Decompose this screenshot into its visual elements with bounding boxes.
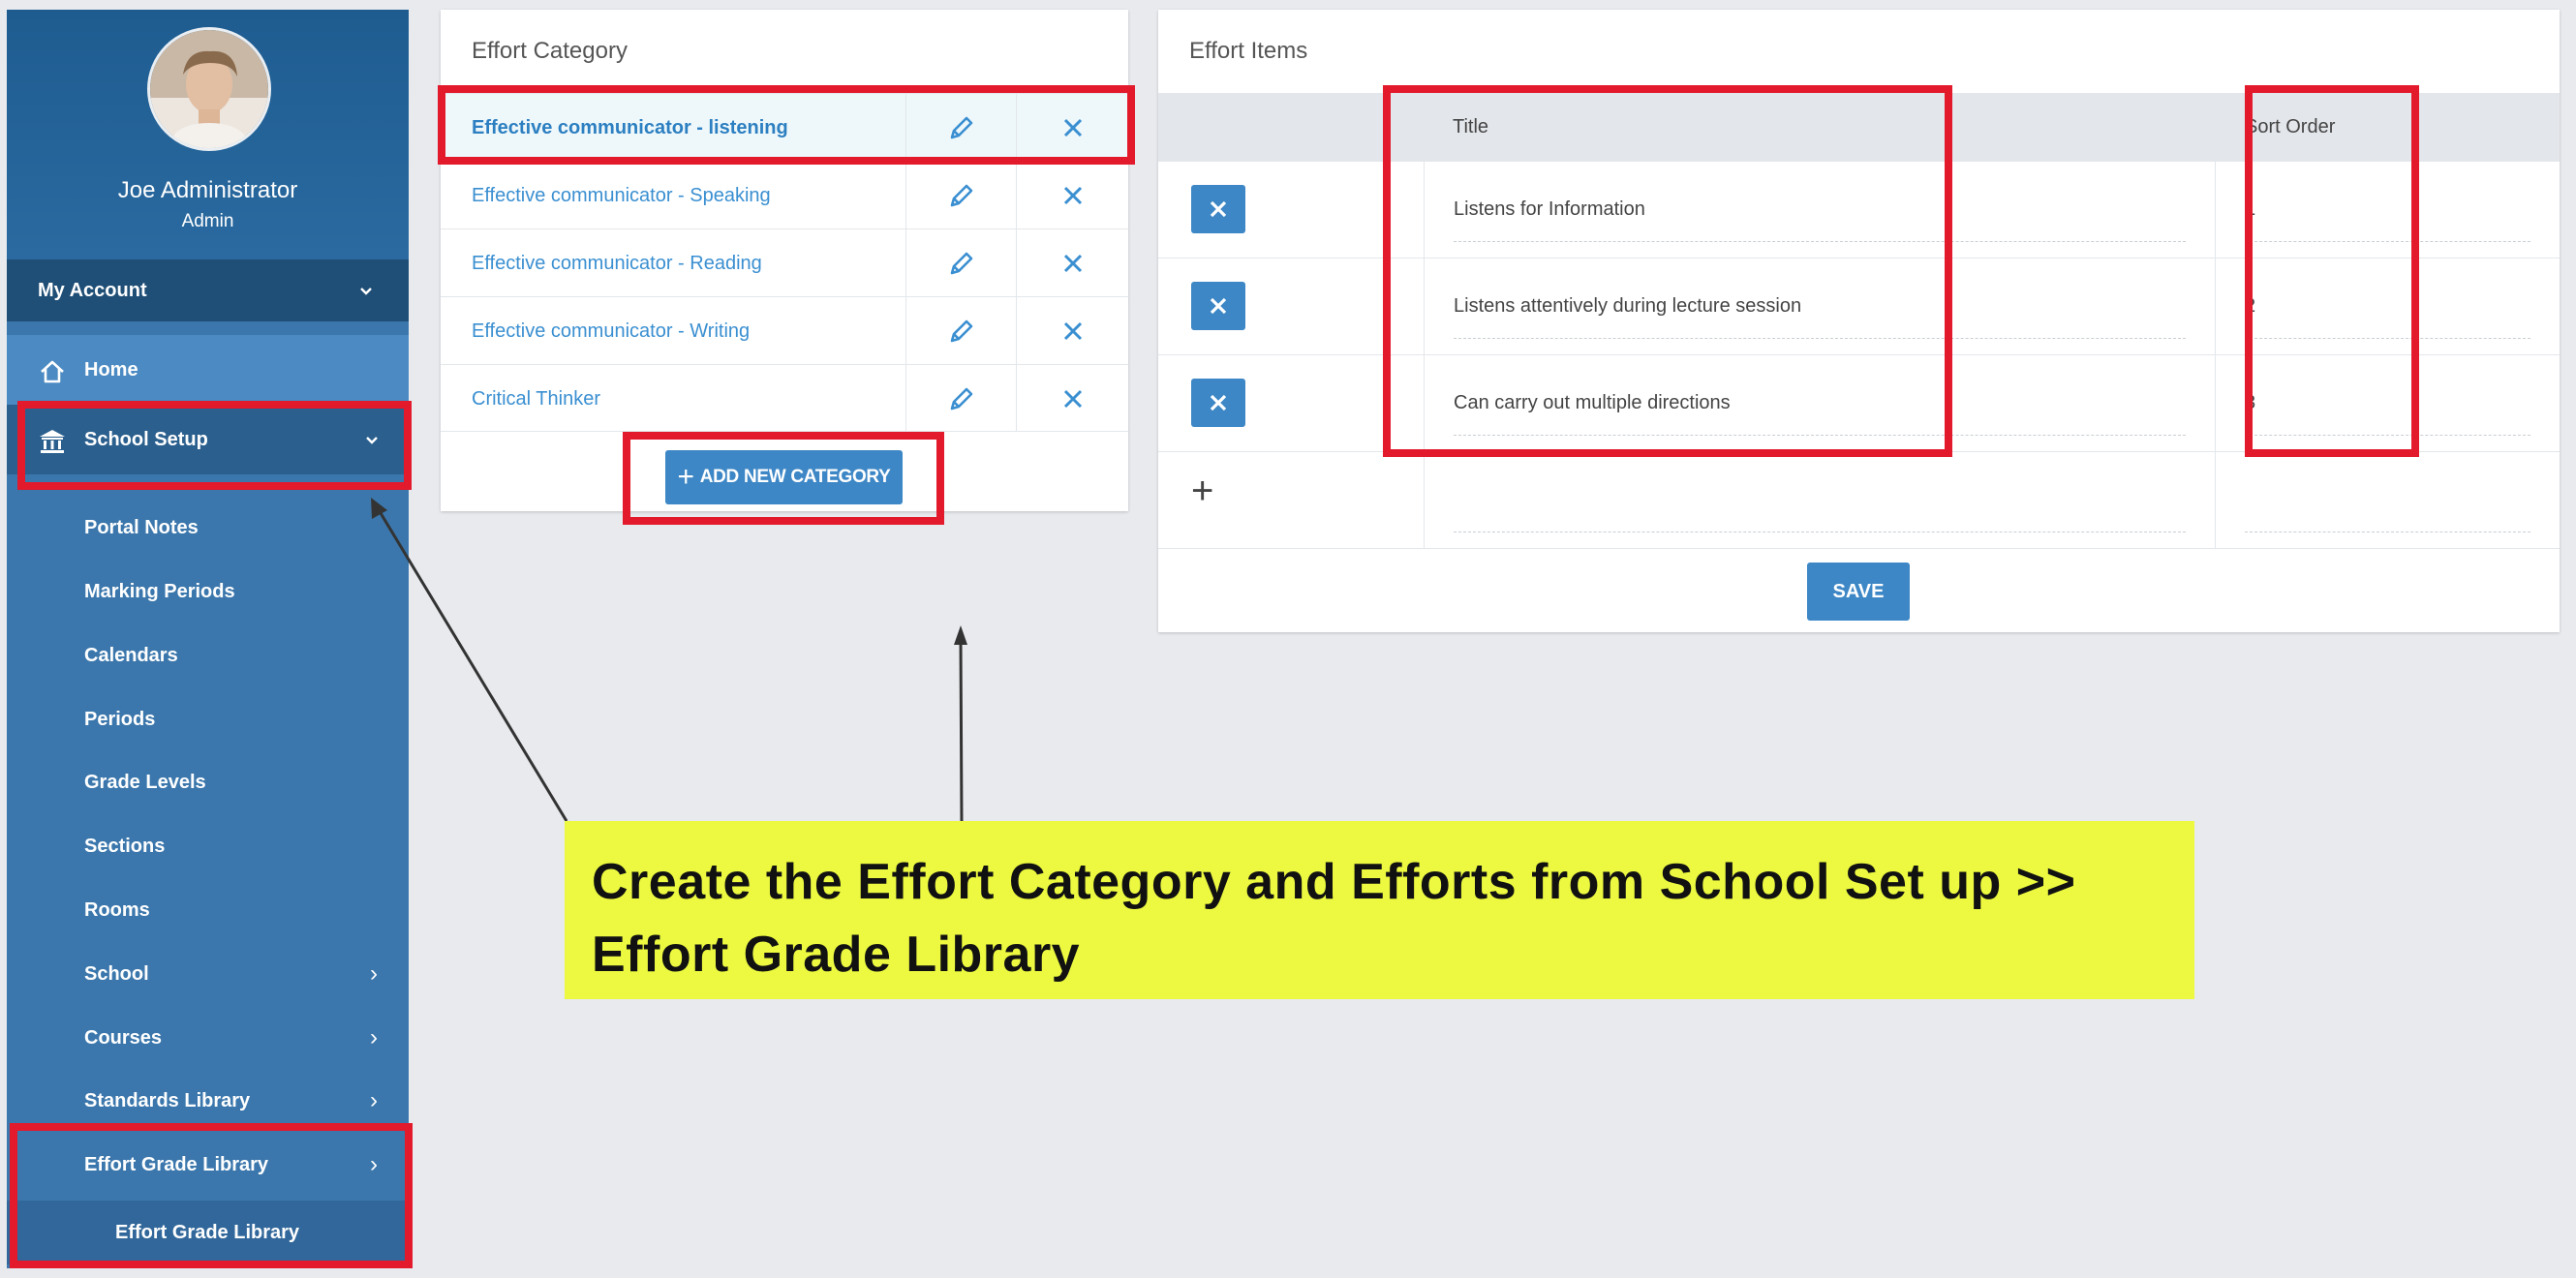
highlight-add-category-button: [623, 432, 944, 525]
highlight-sort-order-column: [2245, 85, 2419, 457]
pencil-icon[interactable]: [905, 297, 1017, 364]
sidebar-item-label: Periods: [84, 709, 156, 730]
pencil-icon[interactable]: [905, 162, 1017, 228]
delete-item-button[interactable]: [1191, 379, 1245, 427]
chevron-right-icon: ›: [370, 960, 378, 987]
panel-title: Effort Items: [1189, 38, 1308, 64]
sidebar-item-school[interactable]: School ›: [7, 942, 409, 1006]
callout-line-2: Effort Grade Library: [592, 927, 1081, 983]
my-account-toggle[interactable]: My Account: [7, 259, 409, 321]
delete-item-button[interactable]: [1191, 282, 1245, 330]
chevron-down-icon: [358, 259, 374, 321]
home-icon: [36, 335, 69, 405]
close-icon[interactable]: [1017, 365, 1128, 432]
highlight-selected-category: [438, 85, 1135, 165]
sidebar-item-label: Grade Levels: [84, 772, 206, 793]
sidebar-item-sections[interactable]: Sections: [7, 814, 409, 878]
callout-line-1: Create the Effort Category and Efforts f…: [592, 854, 2076, 910]
plus-icon[interactable]: +: [1191, 472, 1213, 510]
sidebar-item-label: Portal Notes: [84, 517, 199, 538]
sidebar-item-marking-periods[interactable]: Marking Periods: [7, 560, 409, 624]
sidebar-item-rooms[interactable]: Rooms: [7, 878, 409, 942]
category-row[interactable]: Effective communicator - Speaking: [441, 161, 1128, 228]
avatar[interactable]: [147, 27, 271, 151]
category-name[interactable]: Effective communicator - Speaking: [472, 162, 771, 229]
category-name[interactable]: Effective communicator - Reading: [472, 229, 762, 297]
user-name: Joe Administrator: [117, 177, 298, 203]
pencil-icon[interactable]: [905, 229, 1017, 296]
sidebar-item-label: Courses: [84, 1027, 163, 1049]
my-account-label: My Account: [38, 280, 147, 301]
instruction-callout: Create the Effort Category and Efforts f…: [565, 821, 2194, 999]
sidebar-item-home[interactable]: Home: [7, 335, 409, 405]
sidebar-item-portal-notes[interactable]: Portal Notes: [7, 496, 409, 560]
chevron-right-icon: ›: [370, 1024, 378, 1050]
save-button[interactable]: SAVE: [1807, 563, 1910, 621]
sidebar-item-calendars[interactable]: Calendars: [7, 624, 409, 687]
highlight-school-setup: [17, 401, 412, 490]
category-row[interactable]: Effective communicator - Reading: [441, 228, 1128, 296]
new-item-sort-field[interactable]: [2216, 452, 2560, 549]
category-name[interactable]: Critical Thinker: [472, 365, 600, 433]
panel-title: Effort Category: [472, 38, 628, 64]
delete-item-button[interactable]: [1191, 185, 1245, 233]
sidebar-item-label: Marking Periods: [84, 581, 235, 602]
close-icon: [1210, 394, 1227, 411]
close-icon: [1210, 200, 1227, 218]
close-icon[interactable]: [1017, 162, 1128, 228]
sidebar: Joe Administrator Admin My Account Home …: [7, 10, 409, 1268]
callout-text: Create the Effort Category and Efforts f…: [592, 846, 2167, 991]
close-icon[interactable]: [1017, 297, 1128, 364]
user-role: Admin: [181, 211, 234, 231]
category-row[interactable]: Effective communicator - Writing: [441, 296, 1128, 364]
sidebar-item-label: Home: [84, 359, 138, 380]
sidebar-item-label: School: [84, 963, 149, 985]
sidebar-item-courses[interactable]: Courses ›: [7, 1006, 409, 1070]
sidebar-item-periods[interactable]: Periods: [7, 687, 409, 751]
close-icon[interactable]: [1017, 229, 1128, 296]
close-icon: [1210, 297, 1227, 315]
pencil-icon[interactable]: [905, 365, 1017, 432]
sidebar-item-label: Calendars: [84, 645, 178, 666]
sidebar-item-label: Rooms: [84, 899, 150, 921]
sidebar-item-label: Sections: [84, 836, 166, 857]
category-name[interactable]: Effective communicator - Writing: [472, 297, 750, 365]
table-row-new: +: [1158, 451, 2560, 549]
highlight-effort-grade-library: [10, 1123, 413, 1268]
profile-header: Joe Administrator Admin: [7, 10, 409, 259]
highlight-title-column: [1383, 85, 1952, 457]
new-item-title-field[interactable]: [1424, 452, 2216, 549]
divider: [1158, 548, 2560, 549]
category-row[interactable]: Critical Thinker: [441, 364, 1128, 432]
sidebar-item-grade-levels[interactable]: Grade Levels: [7, 750, 409, 814]
